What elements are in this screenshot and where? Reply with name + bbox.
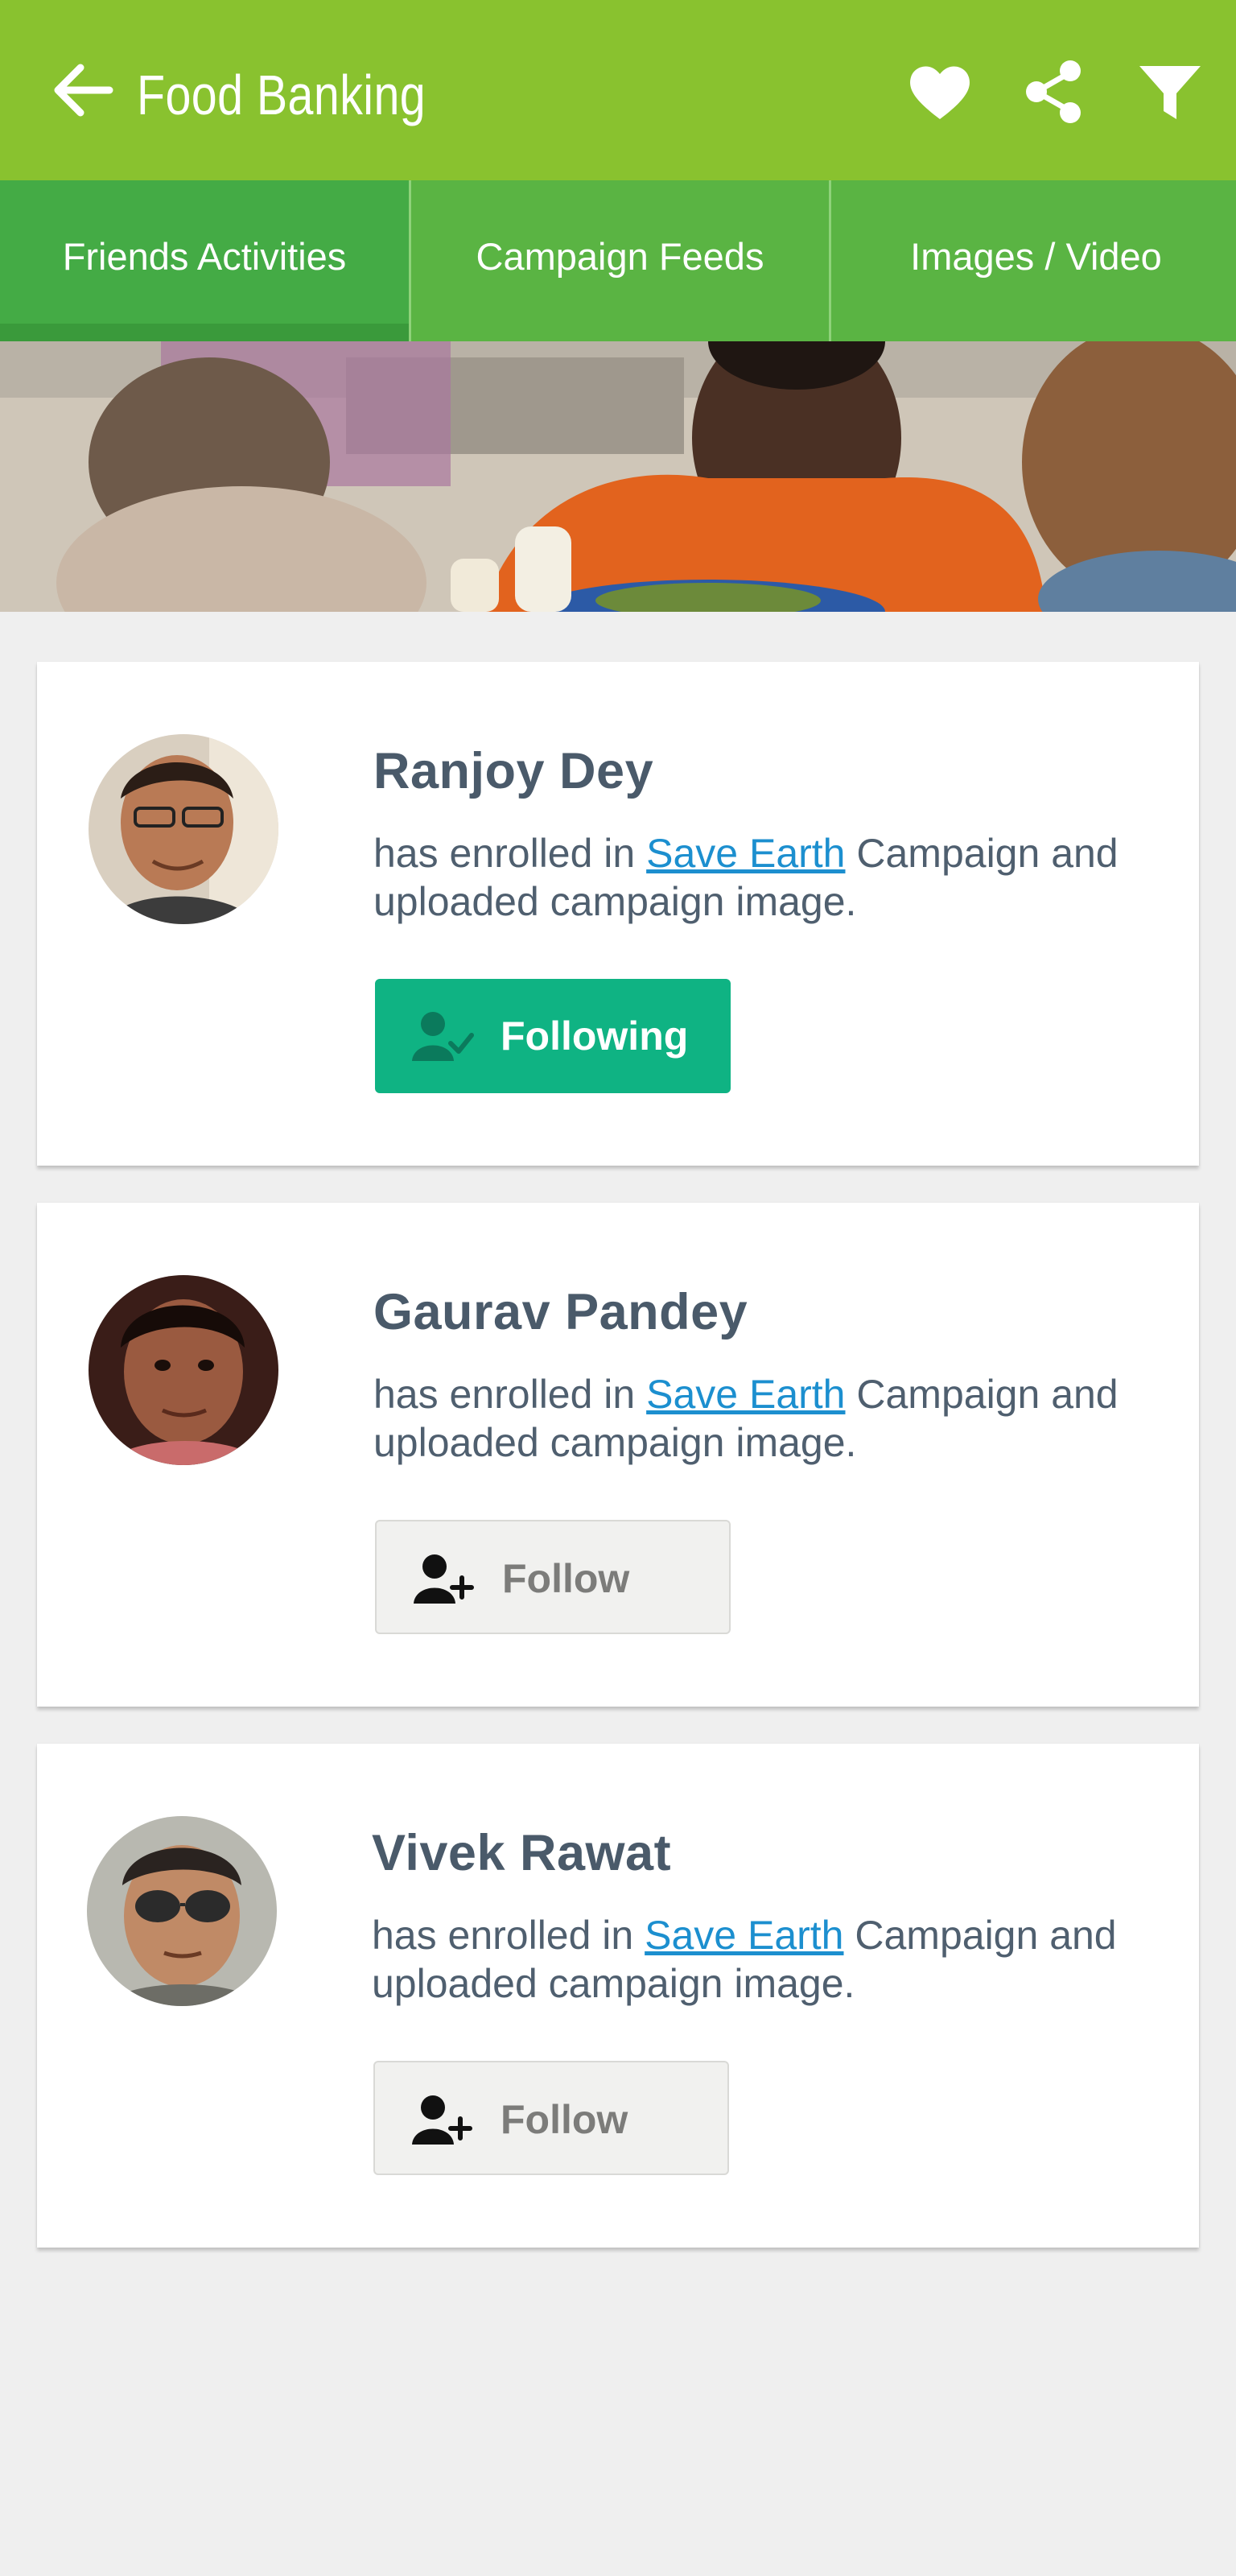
add-user-icon [412,2095,472,2145]
activity-card: Vivek Rawat has enrolled in Save Earth C… [37,1744,1199,2248]
filter-icon [1139,66,1201,119]
user-check-icon [412,1012,474,1061]
activity-card: Gaurav Pandey has enrolled in Save Earth… [37,1203,1199,1707]
user-name: Gaurav Pandey [373,1284,748,1340]
tab-label: Images / Video [910,234,1162,278]
tab-friends-activities[interactable]: Friends Activities [0,180,409,341]
user-name: Vivek Rawat [372,1825,672,1881]
campaign-link[interactable]: Save Earth [645,1913,843,1958]
activity-text-before: has enrolled in [372,1913,645,1958]
activity-card: Ranjoy Dey has enrolled in Save Earth Ca… [37,662,1199,1166]
back-button[interactable] [45,53,119,127]
tab-label: Friends Activities [62,234,347,278]
user-name: Ranjoy Dey [373,743,654,799]
app-bar: Food Banking [0,0,1236,180]
add-user-icon [414,1554,474,1604]
avatar[interactable] [87,1816,277,2006]
campaign-link[interactable]: Save Earth [646,1372,845,1417]
avatar[interactable] [89,734,278,924]
tab-campaign-feeds[interactable]: Campaign Feeds [411,180,829,341]
favorite-button[interactable] [906,58,974,126]
campaign-link[interactable]: Save Earth [646,831,845,876]
tab-label: Campaign Feeds [476,234,764,278]
button-label: Follow [501,2097,628,2142]
share-icon [1026,60,1081,123]
activity-text-before: has enrolled in [373,831,647,876]
activity-description: has enrolled in Save Earth Campaign and … [373,1370,1146,1467]
app-title: Food Banking [137,64,426,126]
share-button[interactable] [1020,58,1088,126]
tab-bar: Friends Activities Campaign Feeds Images… [0,180,1236,341]
following-button[interactable]: Following [375,979,731,1093]
button-label: Follow [502,1556,630,1601]
follow-button[interactable]: Follow [373,2061,729,2175]
activity-text-before: has enrolled in [373,1372,647,1417]
back-arrow-icon [54,64,113,117]
follow-button[interactable]: Follow [375,1520,731,1634]
button-label: Following [501,1013,689,1059]
filter-button[interactable] [1136,58,1204,126]
avatar[interactable] [89,1275,278,1465]
tab-images-video[interactable]: Images / Video [831,180,1236,341]
campaign-banner-image [0,341,1236,612]
heart-icon [910,66,970,119]
activity-description: has enrolled in Save Earth Campaign and … [373,829,1146,926]
activity-description: has enrolled in Save Earth Campaign and … [372,1911,1144,2008]
